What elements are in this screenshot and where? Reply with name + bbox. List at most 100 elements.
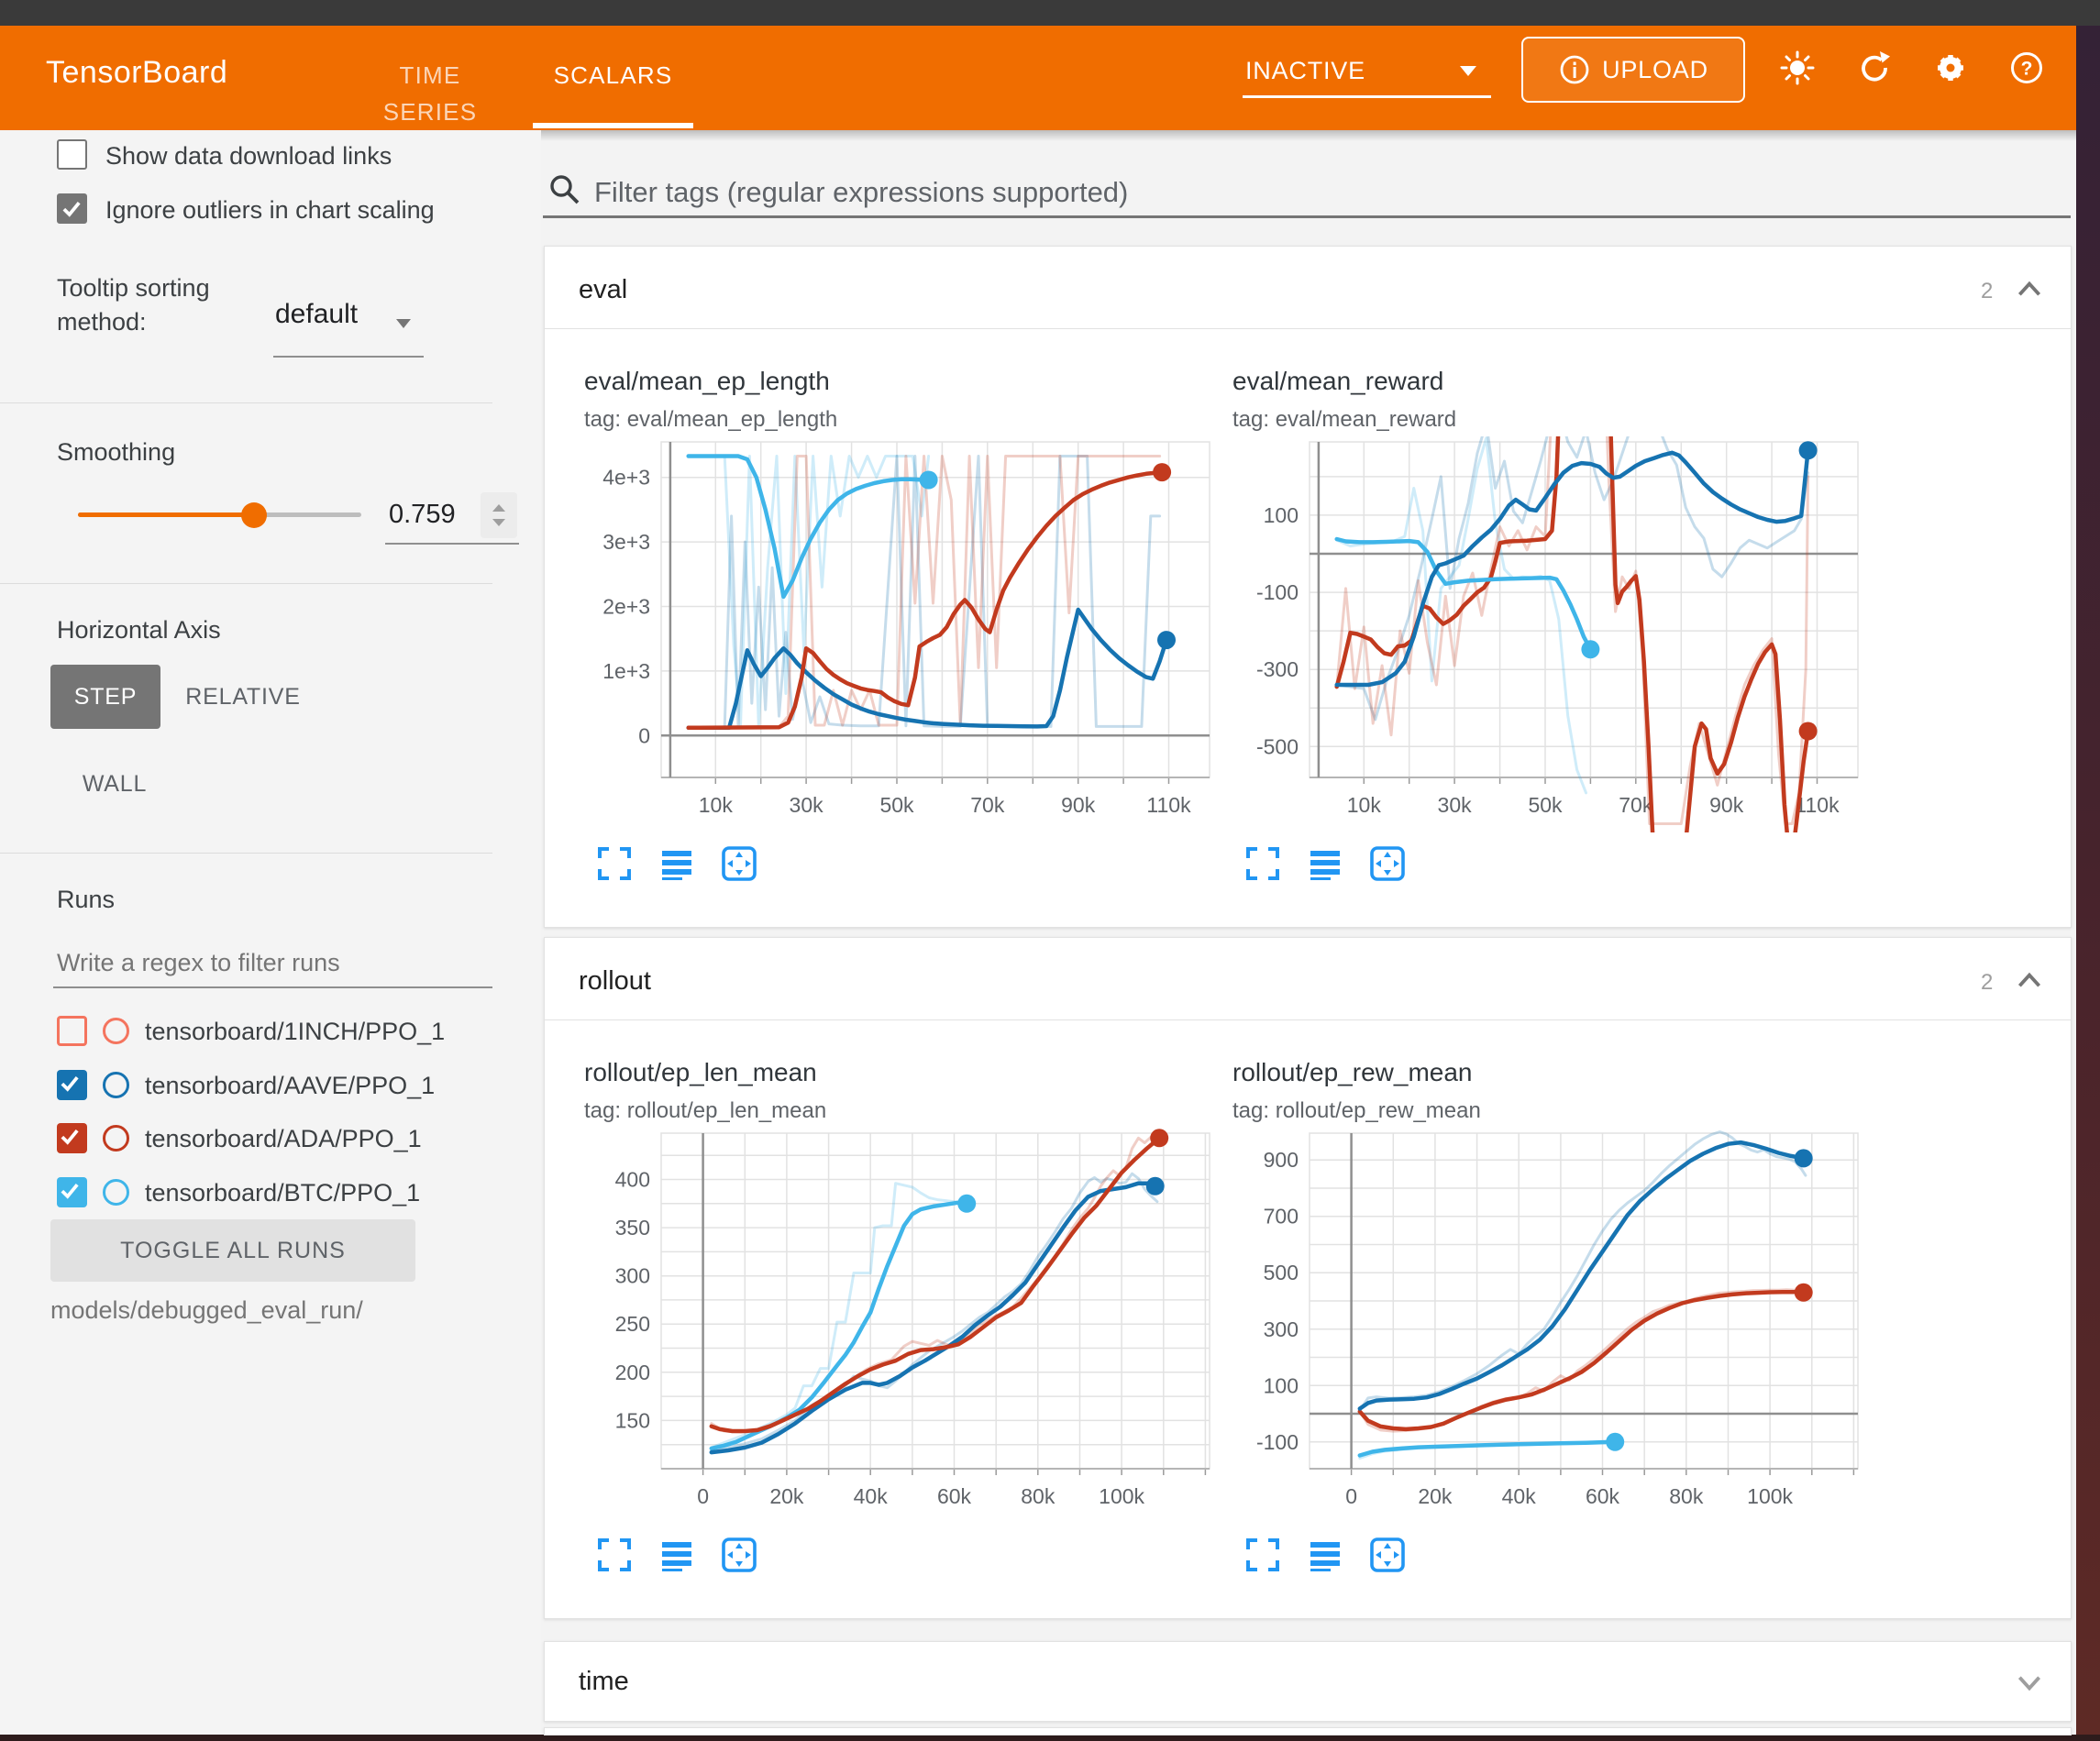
- chevron-down-icon[interactable]: [396, 319, 411, 328]
- run-solo-radio[interactable]: [103, 1179, 129, 1206]
- fit-to-view-icon[interactable]: [719, 1535, 759, 1575]
- scrollbar-strip[interactable]: [2076, 26, 2100, 1741]
- settings-sidebar: [0, 130, 541, 1735]
- axis-relative-button[interactable]: RELATIVE: [183, 665, 303, 729]
- tab-scalars[interactable]: SCALARS: [533, 57, 693, 94]
- bottom-strip: [0, 1735, 2100, 1741]
- data-table-icon[interactable]: [1305, 843, 1345, 884]
- svg-text:4e+3: 4e+3: [602, 466, 650, 490]
- svg-text:110k: 110k: [1146, 793, 1191, 817]
- fit-to-view-icon[interactable]: [1367, 1535, 1408, 1575]
- eval-mean-ep-length-plot[interactable]: 01e+32e+33e+34e+310k30k50k70k90k110k: [582, 436, 1213, 832]
- smoothing-stepper[interactable]: [481, 492, 517, 538]
- settings-gear-icon[interactable]: [1932, 50, 1969, 86]
- upload-label: UPLOAD: [1602, 56, 1708, 84]
- run-checkbox[interactable]: [57, 1016, 87, 1046]
- runs-heading: Runs: [57, 886, 115, 914]
- show-download-links-checkbox[interactable]: [57, 139, 87, 170]
- rollout-ep-rew-mean-plot[interactable]: -100100300500700900020k40k60k80k100k: [1231, 1128, 1862, 1524]
- svg-text:20k: 20k: [1418, 1484, 1453, 1508]
- chart-toolbar: [1243, 843, 1408, 884]
- svg-text:900: 900: [1264, 1148, 1299, 1172]
- svg-text:10k: 10k: [699, 793, 734, 817]
- svg-text:110k: 110k: [1795, 793, 1840, 817]
- svg-text:?: ?: [2021, 59, 2033, 80]
- chart-toolbar: [1243, 1535, 1408, 1575]
- tensorboard-app: { "header": { "app_title": "TensorBoard"…: [0, 0, 2100, 1741]
- chevron-up-icon[interactable]: [2014, 966, 2045, 997]
- run-checkbox[interactable]: [57, 1070, 87, 1100]
- upload-button[interactable]: UPLOAD: [1521, 37, 1745, 103]
- chart-tag: tag: rollout/ep_len_mean: [584, 1098, 826, 1124]
- fit-to-view-icon[interactable]: [719, 843, 759, 884]
- help-icon[interactable]: ?: [2008, 50, 2045, 86]
- fullscreen-icon[interactable]: [594, 843, 635, 884]
- svg-text:0: 0: [638, 723, 650, 747]
- svg-text:-500: -500: [1256, 734, 1299, 758]
- svg-text:500: 500: [1264, 1261, 1299, 1284]
- smoothing-slider-fill: [78, 512, 254, 517]
- smoothing-underline: [385, 543, 519, 545]
- fullscreen-icon[interactable]: [1243, 1535, 1283, 1575]
- divider: [0, 402, 492, 403]
- section-card-time: [544, 1641, 2072, 1722]
- section-title-eval[interactable]: eval: [579, 275, 627, 305]
- svg-text:-300: -300: [1256, 657, 1299, 681]
- run-solo-radio[interactable]: [103, 1072, 129, 1098]
- chevron-down-icon[interactable]: [2014, 1667, 2045, 1698]
- brightness-icon[interactable]: [1779, 50, 1816, 86]
- svg-text:90k: 90k: [1709, 793, 1744, 817]
- ignore-outliers-checkbox[interactable]: [57, 193, 87, 224]
- chevron-down-icon[interactable]: [1460, 66, 1476, 76]
- chevron-up-icon[interactable]: [2014, 275, 2045, 306]
- svg-text:50k: 50k: [1528, 793, 1563, 817]
- status-dropdown[interactable]: INACTIVE: [1245, 57, 1365, 85]
- section-title-time[interactable]: time: [579, 1667, 629, 1697]
- data-table-icon[interactable]: [657, 843, 697, 884]
- axis-step-button[interactable]: STEP: [50, 665, 160, 729]
- refresh-icon[interactable]: [1856, 50, 1893, 86]
- svg-text:0: 0: [697, 1484, 709, 1508]
- toggle-all-runs-button[interactable]: TOGGLE ALL RUNS: [50, 1219, 415, 1282]
- runs-filter-input[interactable]: Write a regex to filter runs: [57, 949, 340, 977]
- svg-text:350: 350: [615, 1216, 650, 1240]
- run-row: tensorboard/BTC/PPO_1: [0, 1166, 541, 1219]
- svg-text:2e+3: 2e+3: [602, 595, 650, 619]
- search-icon: [547, 172, 582, 207]
- fullscreen-icon[interactable]: [1243, 843, 1283, 884]
- run-label: tensorboard/BTC/PPO_1: [145, 1179, 420, 1207]
- axis-wall-button[interactable]: WALL: [69, 752, 160, 816]
- data-table-icon[interactable]: [657, 1535, 697, 1575]
- svg-text:60k: 60k: [1586, 1484, 1620, 1508]
- run-row: tensorboard/ADA/PPO_1: [0, 1112, 541, 1165]
- stepper-up-icon[interactable]: [492, 504, 505, 512]
- chart-title: rollout/ep_len_mean: [584, 1058, 817, 1087]
- data-table-icon[interactable]: [1305, 1535, 1345, 1575]
- rollout-ep-len-mean-plot[interactable]: 150200250300350400020k40k60k80k100k: [582, 1128, 1213, 1524]
- chart-title: eval/mean_ep_length: [584, 367, 830, 396]
- fullscreen-icon[interactable]: [594, 1535, 635, 1575]
- svg-text:300: 300: [615, 1264, 650, 1288]
- stepper-down-icon[interactable]: [492, 519, 505, 526]
- run-solo-radio[interactable]: [103, 1125, 129, 1151]
- section-title-rollout[interactable]: rollout: [579, 966, 651, 997]
- run-label: tensorboard/1INCH/PPO_1: [145, 1018, 445, 1046]
- tooltip-sorting-select[interactable]: default: [275, 299, 358, 330]
- filter-tags-input[interactable]: Filter tags (regular expressions support…: [594, 176, 1128, 209]
- svg-text:100: 100: [1264, 1373, 1299, 1397]
- section-count-rollout: 2: [1981, 970, 1993, 996]
- chart-toolbar: [594, 843, 759, 884]
- svg-text:300: 300: [1264, 1317, 1299, 1341]
- run-checkbox[interactable]: [57, 1123, 87, 1153]
- svg-text:90k: 90k: [1061, 793, 1096, 817]
- smoothing-slider-handle[interactable]: [241, 502, 267, 528]
- svg-text:60k: 60k: [937, 1484, 972, 1508]
- fit-to-view-icon[interactable]: [1367, 843, 1408, 884]
- tab-time-series[interactable]: TIME SERIES: [352, 57, 508, 94]
- eval-mean-reward-plot[interactable]: 100-100-300-50010k30k50k70k90k110k: [1231, 436, 1862, 832]
- smoothing-value-input[interactable]: 0.759: [389, 500, 456, 530]
- run-solo-radio[interactable]: [103, 1018, 129, 1044]
- chart-tag: tag: eval/mean_ep_length: [584, 407, 837, 433]
- run-checkbox[interactable]: [57, 1177, 87, 1207]
- tooltip-sorting-underline: [273, 356, 424, 358]
